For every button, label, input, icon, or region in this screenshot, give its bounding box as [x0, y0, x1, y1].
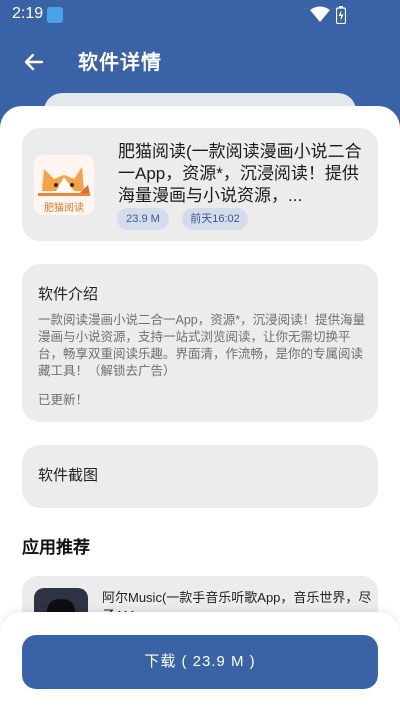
app-icon-text: 肥猫阅读	[44, 203, 84, 214]
wifi-icon	[310, 6, 330, 22]
size-badge: 23.9 M	[117, 208, 169, 230]
arrow-left-icon	[24, 53, 44, 71]
screenshots-card[interactable]: 软件截图	[22, 445, 378, 508]
intro-updated-note: 已更新！	[38, 393, 89, 407]
updated-badge: 前天16:02	[182, 208, 248, 230]
status-time: 2:19	[12, 5, 44, 22]
screenshots-title: 软件截图	[38, 467, 99, 484]
back-button[interactable]	[18, 46, 50, 78]
intro-text: 一款阅读漫画小说二合一App，资源*，沉浸阅读！提供海量漫画与小说资源，支持一站…	[38, 313, 366, 378]
app-name: 肥猫阅读(一款阅读漫画小说二合一App，资源*，沉浸阅读！提供海量漫画与小说资源…	[118, 142, 362, 205]
status-bar: 2:19	[0, 0, 400, 30]
app-notification-icon	[47, 7, 63, 23]
page-title: 软件详情	[78, 52, 162, 74]
battery-icon	[336, 6, 346, 24]
intro-card: 软件介绍 一款阅读漫画小说二合一App，资源*，沉浸阅读！提供海量漫画与小说资源…	[22, 264, 378, 422]
recommend-heading: 应用推荐	[22, 538, 90, 557]
app-icon: 肥猫阅读	[34, 155, 94, 215]
intro-title: 软件介绍	[38, 286, 99, 303]
download-button[interactable]: 下载 ( 23.9 M )	[22, 635, 378, 689]
app-header: 软件详情	[0, 30, 400, 94]
status-icons	[310, 6, 370, 24]
